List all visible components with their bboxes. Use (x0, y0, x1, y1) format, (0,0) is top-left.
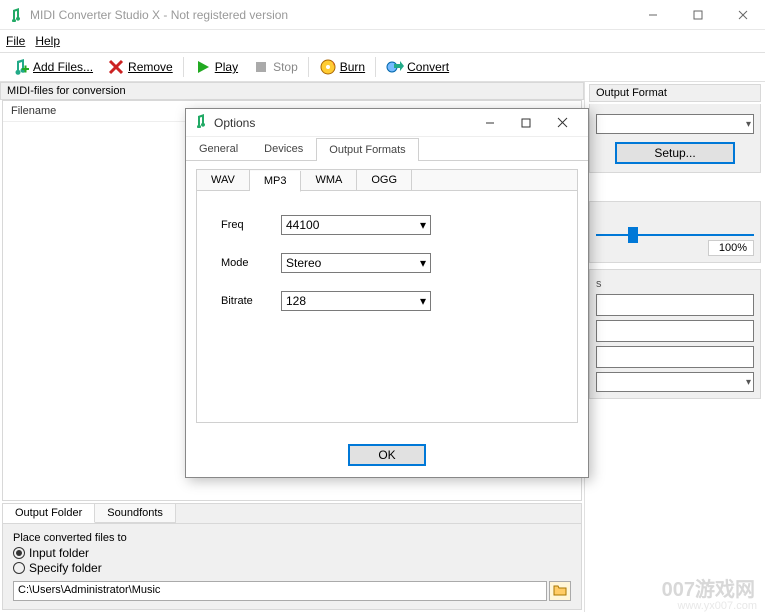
dialog-tabs: General Devices Output Formats (186, 137, 588, 161)
toolbar-separator (183, 57, 184, 77)
window-titlebar: MIDI Converter Studio X - Not registered… (0, 0, 765, 30)
output-path-input[interactable]: C:\Users\Administrator\Music (13, 581, 547, 601)
app-icon (8, 7, 24, 23)
dialog-minimize-button[interactable] (472, 109, 508, 137)
window-minimize-button[interactable] (630, 0, 675, 30)
dialog-close-button[interactable] (544, 109, 580, 137)
dialog-titlebar: Options (186, 109, 588, 137)
tab-soundfonts[interactable]: Soundfonts (95, 504, 176, 523)
radio-input-folder-label: Input folder (29, 546, 89, 560)
watermark-text: 007游戏网 (662, 573, 755, 602)
window-close-button[interactable] (720, 0, 765, 30)
convert-icon (386, 58, 404, 76)
bitrate-value: 128 (286, 294, 306, 308)
chevron-down-icon: ▾ (746, 377, 751, 388)
mode-value: Stereo (286, 256, 321, 270)
bitrate-combo[interactable]: 128 ▾ (281, 291, 431, 311)
play-icon (194, 58, 212, 76)
toolbar: Add Files... Remove Play Stop Burn Conve… (0, 52, 765, 82)
slider-thumb[interactable] (628, 227, 638, 243)
window-title: MIDI Converter Studio X - Not registered… (30, 8, 630, 22)
right-input-1[interactable] (596, 294, 754, 316)
window-maximize-button[interactable] (675, 0, 720, 30)
slider-value: 100% (708, 240, 754, 256)
stop-label: Stop (273, 60, 298, 74)
bottom-tabs: Output Folder Soundfonts (2, 503, 582, 524)
convert-button[interactable]: Convert (380, 56, 455, 78)
freq-combo[interactable]: 44100 ▾ (281, 215, 431, 235)
sub-tab-ogg[interactable]: OGG (357, 170, 412, 190)
mode-combo[interactable]: Stereo ▾ (281, 253, 431, 273)
freq-label: Freq (221, 219, 281, 231)
toolbar-separator (308, 57, 309, 77)
add-files-icon (12, 58, 30, 76)
menubar: File Help (0, 30, 765, 52)
toolbar-separator (375, 57, 376, 77)
dialog-footer: OK (186, 433, 588, 477)
remove-icon (107, 58, 125, 76)
dialog-maximize-button[interactable] (508, 109, 544, 137)
volume-slider[interactable] (596, 234, 754, 236)
add-files-label: Add Files... (33, 60, 93, 74)
burn-label: Burn (340, 60, 365, 74)
dialog-title: Options (214, 116, 472, 130)
play-label: Play (215, 60, 238, 74)
chevron-down-icon: ▾ (420, 256, 426, 270)
freq-value: 44100 (286, 218, 319, 232)
right-input-3[interactable] (596, 346, 754, 368)
stop-button[interactable]: Stop (246, 56, 304, 78)
format-sub-tabs: WAV MP3 WMA OGG (196, 169, 578, 191)
browse-folder-button[interactable] (549, 581, 571, 601)
tab-devices[interactable]: Devices (251, 137, 316, 160)
folder-icon (553, 584, 567, 599)
options-dialog: Options General Devices Output Formats W… (185, 108, 589, 478)
remove-label: Remove (128, 60, 173, 74)
sub-tab-wav[interactable]: WAV (197, 170, 250, 190)
sub-tab-mp3[interactable]: MP3 (250, 171, 302, 192)
chevron-down-icon: ▾ (420, 218, 426, 232)
output-format-combo[interactable]: ▾ (596, 114, 754, 134)
midi-files-section-label: MIDI-files for conversion (0, 82, 584, 100)
dialog-body: Freq 44100 ▾ Mode Stereo ▾ Bitrate 128 ▾ (196, 191, 578, 423)
tab-general[interactable]: General (186, 137, 251, 160)
place-converted-label: Place converted files to (13, 532, 571, 544)
right-input-2[interactable] (596, 320, 754, 342)
ok-button[interactable]: OK (348, 444, 426, 466)
right-combo[interactable]: ▾ (596, 372, 754, 392)
radio-specify-folder-label: Specify folder (29, 561, 102, 575)
output-folder-panel: Place converted files to Input folder Sp… (2, 524, 582, 610)
stop-icon (252, 58, 270, 76)
output-format-title: Output Format (589, 84, 761, 102)
add-files-button[interactable]: Add Files... (6, 56, 99, 78)
radio-specify-folder[interactable] (13, 562, 25, 574)
mode-label: Mode (221, 257, 281, 269)
watermark-url: www.yx007.com (678, 600, 757, 612)
setup-button[interactable]: Setup... (615, 142, 735, 164)
chevron-down-icon: ▾ (746, 119, 751, 130)
sub-tab-wma[interactable]: WMA (301, 170, 357, 190)
tab-output-folder[interactable]: Output Folder (3, 504, 95, 523)
burn-button[interactable]: Burn (313, 56, 371, 78)
tab-output-formats[interactable]: Output Formats (316, 138, 418, 161)
menu-help[interactable]: Help (35, 34, 60, 48)
chevron-down-icon: ▾ (420, 294, 426, 308)
burn-icon (319, 58, 337, 76)
convert-label: Convert (407, 60, 449, 74)
menu-file[interactable]: File (6, 34, 25, 48)
play-button[interactable]: Play (188, 56, 244, 78)
radio-input-folder[interactable] (13, 547, 25, 559)
bitrate-label: Bitrate (221, 295, 281, 307)
remove-button[interactable]: Remove (101, 56, 179, 78)
dialog-icon (194, 114, 208, 131)
